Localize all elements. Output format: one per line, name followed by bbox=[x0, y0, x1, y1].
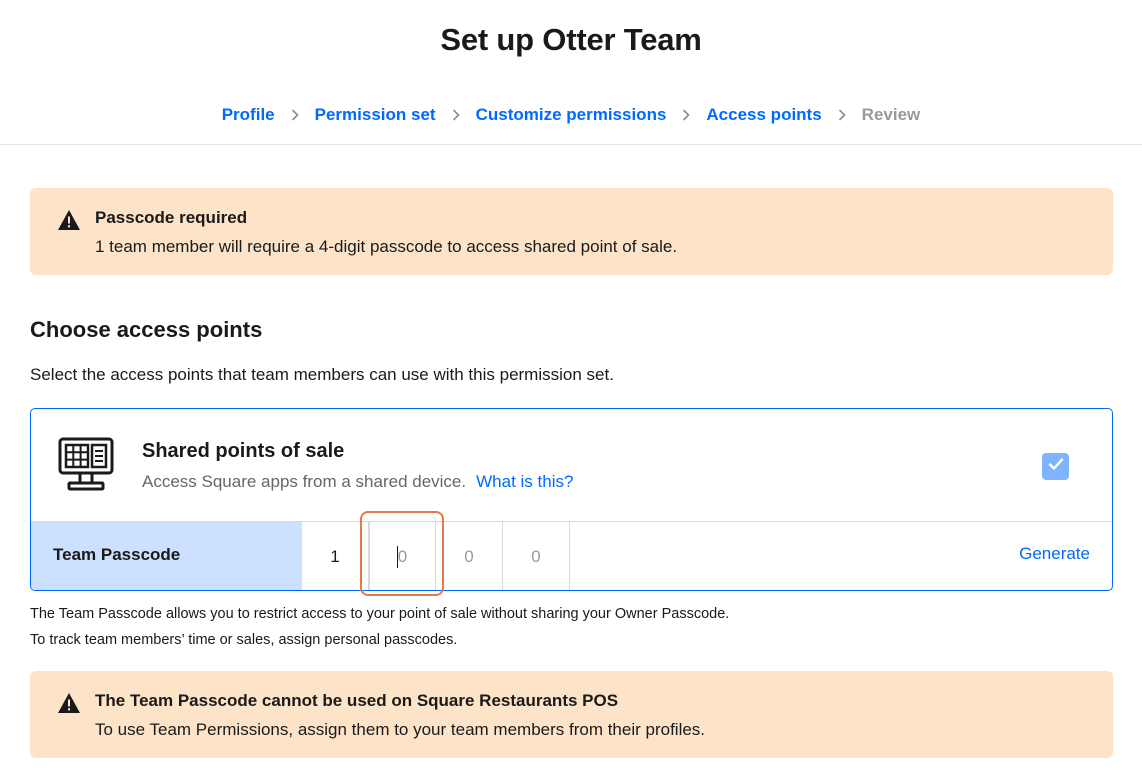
restaurants-pos-alert: The Team Passcode cannot be used on Squa… bbox=[30, 671, 1113, 758]
page-title: Set up Otter Team bbox=[440, 22, 702, 57]
passcode-digit-4[interactable]: 0 bbox=[503, 522, 570, 590]
team-passcode-row: Team Passcode 1 0 0 0 Generate bbox=[31, 521, 1112, 590]
card-title: Shared points of sale bbox=[142, 440, 345, 462]
passcode-digit-3[interactable]: 0 bbox=[436, 522, 503, 590]
checkmark-icon bbox=[1048, 457, 1064, 476]
breadcrumb-review: Review bbox=[861, 105, 921, 124]
card-description: Access Square apps from a shared device.… bbox=[142, 472, 573, 492]
breadcrumb-customize-permissions[interactable]: Customize permissions bbox=[476, 105, 667, 125]
chevron-right-icon bbox=[834, 107, 850, 123]
warning-icon bbox=[57, 209, 81, 231]
breadcrumb: Profile Permission set Customize permiss… bbox=[0, 105, 1142, 125]
shared-pos-card[interactable]: Shared points of sale Access Square apps… bbox=[30, 408, 1113, 591]
section-title: Choose access points bbox=[30, 317, 263, 342]
shared-pos-checkbox[interactable] bbox=[1042, 453, 1069, 480]
text-caret bbox=[397, 546, 398, 568]
passcode-digit-1[interactable]: 1 bbox=[302, 522, 369, 590]
breadcrumb-profile[interactable]: Profile bbox=[222, 105, 275, 125]
passcode-required-alert: Passcode required 1 team member will req… bbox=[30, 188, 1113, 275]
alert-title: Passcode required bbox=[95, 208, 248, 227]
chevron-right-icon bbox=[287, 107, 303, 123]
passcode-digit-2[interactable]: 0 bbox=[369, 522, 436, 590]
passcode-note-secondary: To track team members’ time or sales, as… bbox=[30, 632, 458, 648]
alert-text: To use Team Permissions, assign them to … bbox=[95, 720, 706, 739]
warning-icon bbox=[57, 692, 81, 714]
page-header: Set up Otter Team Profile Permission set… bbox=[0, 0, 1142, 145]
breadcrumb-access-points[interactable]: Access points bbox=[706, 105, 821, 125]
team-passcode-label: Team Passcode bbox=[31, 522, 302, 590]
section-description: Select the access points that team membe… bbox=[30, 365, 614, 384]
breadcrumb-permission-set[interactable]: Permission set bbox=[315, 105, 436, 125]
card-description-text: Access Square apps from a shared device. bbox=[142, 472, 467, 491]
chevron-right-icon bbox=[448, 107, 464, 123]
pos-terminal-icon bbox=[57, 436, 115, 494]
alert-text: 1 team member will require a 4-digit pas… bbox=[95, 237, 678, 256]
alert-title: The Team Passcode cannot be used on Squa… bbox=[95, 691, 619, 710]
what-is-this-link[interactable]: What is this? bbox=[476, 472, 573, 491]
passcode-note: The Team Passcode allows you to restrict… bbox=[30, 606, 730, 622]
generate-button[interactable]: Generate bbox=[1019, 544, 1090, 564]
chevron-right-icon bbox=[678, 107, 694, 123]
